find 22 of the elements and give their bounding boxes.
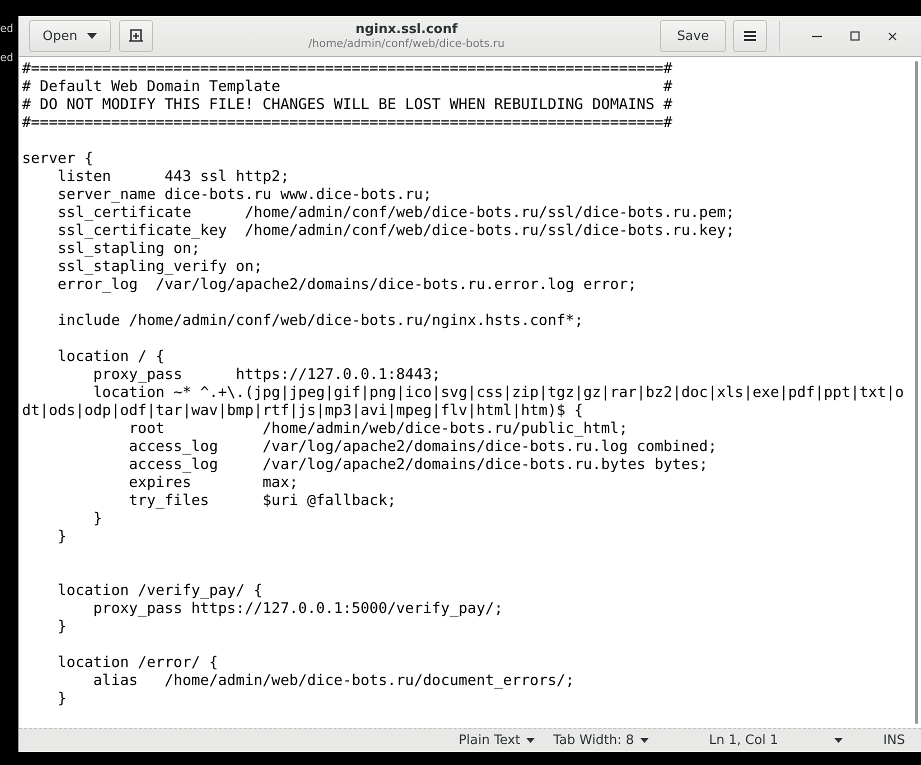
maximize-icon[interactable] [850,31,860,41]
menu-button[interactable] [733,20,767,52]
caret-icon [526,738,536,743]
close-icon[interactable] [888,32,897,40]
save-button[interactable]: Save [660,20,726,52]
scrollbar[interactable] [915,61,918,724]
tab-width-selector[interactable]: Tab Width: 8 [553,733,649,748]
window-title: nginx.ssl.conf [355,22,458,37]
cursor-position[interactable]: Ln 1, Col 1 [708,733,778,748]
insert-mode: INS [883,733,905,748]
caret-icon [87,33,98,39]
new-tab-icon [128,28,144,44]
caret-icon[interactable] [834,738,844,743]
new-tab-button[interactable] [118,20,153,52]
language-selector[interactable]: Plain Text [458,733,536,748]
file-path: /home/admin/conf/web/dice-bots.ru [308,37,505,50]
caret-icon [640,738,649,743]
menu-icon [744,30,756,42]
open-button[interactable]: Open [28,20,111,52]
code-text[interactable]: #=======================================================================# # Default Web Domain Template # # DO NOT MODIFY THIS FILE! CHANGES WILL BE LOST WHEN REBUILDING DOMAINS # #=======================================================================# server { listen 443 ssl http2; server_name dice-bots.ru www.dice-bots.ru; ssl_certificate /home/admin/conf/web/dice-bots.ru/ssl/dice-bots.ru.pem; ssl_certificate_key /home/admin/conf/web/dice-bots.ru/ssl/dice-bots.ru.key; ssl_stapling on; ssl_stapling_verify on; error_log /var/log/apache2/domains/dice-bots.ru.error.log error; include /home/admin/conf/web/dice-bots.ru/nginx.hsts.conf*; location / { proxy_pass https://127.0.0.1:8443; location ~* ^.+\.(jpg|jpeg|gif|png|ico|svg|css|zip|tgz|gz|rar|bz2|doc|xls|exe|pdf|ppt|txt|odt|ods|odp|odf|tar|wav|bmp|rtf|js|mp3|avi|mpeg|flv|html|htm)$ { root /home/admin/web/dice-bots.ru/public_html; access_log /var/log/apache2/domains/dice-bots.ru.log combined; access_log /var/log/apache2/domains/dice-bots.ru.bytes bytes; expires max; try_files $uri @fallback; } } location /verify_pay/ { proxy_pass https://127.0.0.1:5000/verify_pay/; } location /error/ { alias /home/admin/web/dice-bots.ru/document_errors/; } [22,60,904,708]
terminal-text: ed [0,50,14,66]
terminal-text: ed [0,21,14,37]
